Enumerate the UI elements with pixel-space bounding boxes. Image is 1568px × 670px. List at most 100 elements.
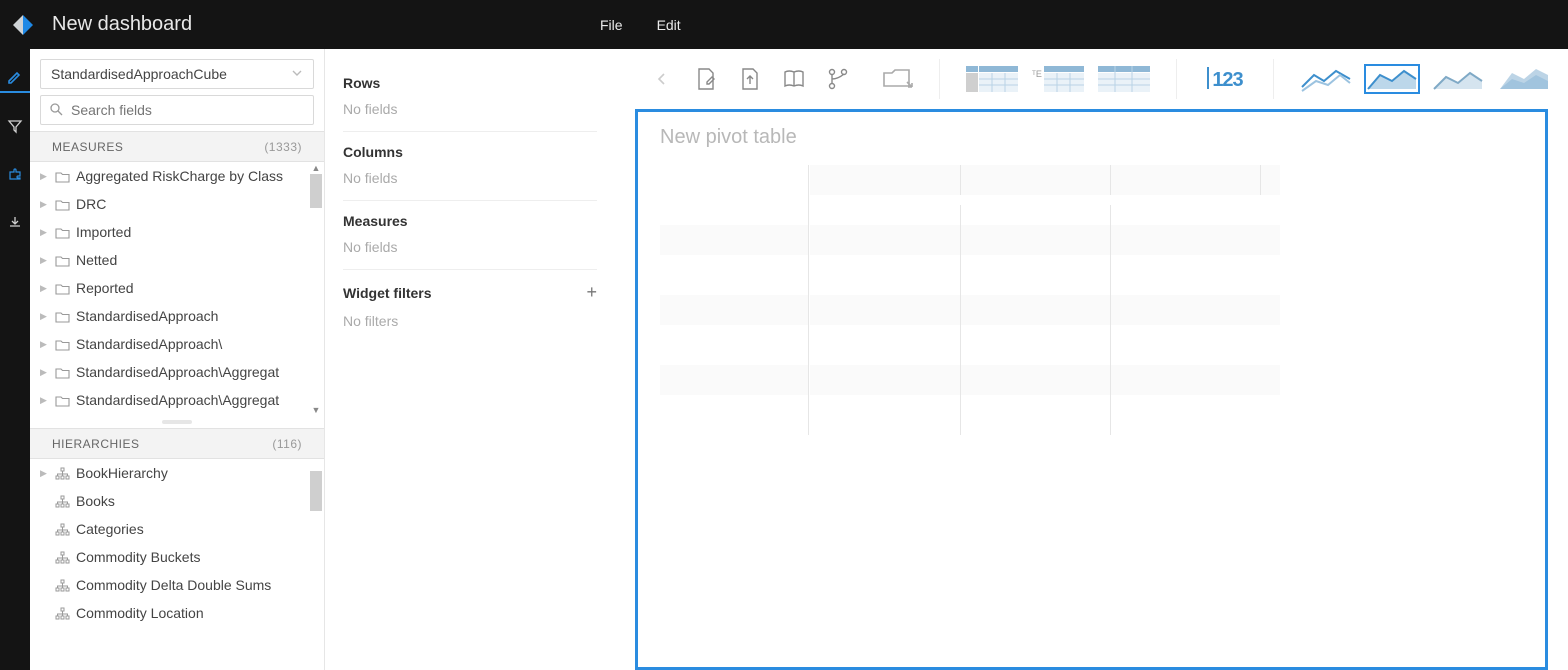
scroll-down-icon[interactable]: ▼ — [310, 404, 322, 416]
expand-icon[interactable]: ▶ — [40, 367, 48, 378]
measures-scrollbar[interactable]: ▲ ▼ — [310, 162, 322, 416]
expand-icon[interactable]: ▶ — [40, 171, 48, 182]
rail-extension-icon[interactable] — [0, 159, 30, 189]
expand-icon[interactable]: ▶ — [40, 255, 48, 266]
measures-label: MEASURES — [52, 140, 123, 154]
viz-area-chart-button[interactable] — [1430, 64, 1486, 94]
hierarchy-icon — [54, 551, 70, 564]
measure-tree-item[interactable]: ▶Aggregated RiskCharge by Class — [30, 162, 324, 190]
tree-item-label: StandardisedApproach\Aggregat — [76, 364, 279, 380]
cube-select[interactable]: StandardisedApproachCube — [40, 59, 314, 89]
hierarchy-tree-item[interactable]: Books — [30, 487, 324, 515]
folder-icon — [54, 282, 70, 295]
split-handle[interactable] — [30, 416, 324, 428]
measure-tree-item[interactable]: ▶ Netted — [30, 246, 324, 274]
cube-select-value: StandardisedApproachCube — [51, 66, 227, 82]
toolbar-export-icon[interactable] — [733, 62, 767, 96]
dropzone-rows[interactable]: Rows No fields — [343, 63, 597, 132]
measures-count: (1333) — [264, 140, 302, 154]
folder-icon — [54, 254, 70, 267]
rail-edit-icon[interactable] — [0, 63, 30, 93]
pivot-title: New pivot table — [638, 112, 1545, 155]
tree-item-label: Netted — [76, 252, 117, 268]
expand-icon[interactable]: ▶ — [40, 468, 48, 479]
scroll-up-icon[interactable]: ▲ — [310, 162, 322, 174]
top-bar: New dashboard File Edit — [0, 0, 1568, 49]
add-filter-button[interactable]: + — [586, 282, 597, 303]
measure-tree-item[interactable]: ▶ StandardisedApproach\Aggregat — [30, 358, 324, 386]
columns-empty: No fields — [343, 170, 597, 186]
expand-icon[interactable]: ▶ — [40, 311, 48, 322]
toolbar-back-icon — [645, 62, 679, 96]
expand-icon[interactable]: ▶ — [40, 395, 48, 406]
measure-tree-item[interactable]: ▶ StandardisedApproach\ — [30, 330, 324, 358]
tree-item-label: StandardisedApproach\ — [76, 336, 222, 352]
expand-icon[interactable]: ▶ — [40, 283, 48, 294]
tree-item-label: Categories — [76, 521, 144, 537]
rail-download-icon[interactable] — [0, 207, 30, 237]
filters-empty: No filters — [343, 313, 597, 329]
tree-item-label: Commodity Location — [76, 605, 204, 621]
scroll-thumb[interactable] — [310, 471, 322, 511]
viz-kpi-button[interactable]: 123 — [1201, 62, 1249, 96]
hierarchies-scrollbar[interactable] — [310, 459, 322, 649]
viz-area-stacked-button[interactable] — [1364, 64, 1420, 94]
tree-item-label: DRC — [76, 196, 106, 212]
expand-icon[interactable]: ▶ — [40, 199, 48, 210]
folder-icon — [54, 366, 70, 379]
hierarchy-icon — [54, 495, 70, 508]
svg-text:ᵀE: ᵀE — [1032, 69, 1042, 79]
viz-area-multi-button[interactable] — [1496, 64, 1552, 94]
hierarchy-tree-item[interactable]: Commodity Delta Double Sums — [30, 571, 324, 599]
folder-icon — [54, 170, 70, 183]
hierarchies-count: (116) — [272, 437, 302, 451]
dropzone-filters[interactable]: Widget filters + No filters — [343, 270, 597, 343]
canvas-area: ᵀE 123 — [615, 49, 1568, 670]
rail-filter-icon[interactable] — [0, 111, 30, 141]
expand-icon[interactable]: ▶ — [40, 339, 48, 350]
hierarchy-icon — [54, 467, 70, 480]
toolbar-branch-icon[interactable] — [821, 62, 855, 96]
tree-item-label: StandardisedApproach\Aggregat — [76, 392, 279, 408]
search-input[interactable] — [71, 102, 305, 118]
menu-file[interactable]: File — [600, 17, 623, 33]
tree-item-label: Imported — [76, 224, 131, 240]
viz-tree-table-button[interactable]: ᵀE — [1030, 64, 1086, 94]
pivot-widget[interactable]: New pivot table — [635, 109, 1548, 670]
measures-dz-label: Measures — [343, 213, 408, 229]
viz-table-button[interactable] — [1096, 64, 1152, 94]
dropzone-columns[interactable]: Columns No fields — [343, 132, 597, 201]
hierarchy-tree-item[interactable]: Commodity Location — [30, 599, 324, 627]
measures-tree: ▶Aggregated RiskCharge by Class▶DRC▶Impo… — [30, 162, 324, 416]
measure-tree-item[interactable]: ▶ Reported — [30, 274, 324, 302]
viz-line-chart-button[interactable] — [1298, 64, 1354, 94]
hierarchy-tree-item[interactable]: ▶BookHierarchy — [30, 459, 324, 487]
scroll-thumb[interactable] — [310, 174, 322, 208]
hierarchy-tree-item[interactable]: Categories — [30, 515, 324, 543]
dropzones-panel: Rows No fields Columns No fields Measure… — [325, 49, 615, 670]
columns-label: Columns — [343, 144, 403, 160]
expand-icon[interactable]: ▶ — [40, 227, 48, 238]
left-icon-rail — [0, 49, 30, 670]
hierarchy-icon — [54, 579, 70, 592]
tree-item-label: StandardisedApproach — [76, 308, 218, 324]
dropzone-measures[interactable]: Measures No fields — [343, 201, 597, 270]
search-fields[interactable] — [40, 95, 314, 125]
measure-tree-item[interactable]: ▶ DRC — [30, 190, 324, 218]
toolbar-folder-arrow-icon[interactable] — [881, 62, 915, 96]
measure-tree-item[interactable]: ▶ StandardisedApproach — [30, 302, 324, 330]
hierarchies-tree: ▶BookHierarchy Books Categories Commodity B… — [30, 459, 324, 649]
toolbar-edit-icon[interactable] — [689, 62, 723, 96]
chevron-down-icon — [291, 66, 303, 82]
measure-tree-item[interactable]: ▶ StandardisedApproach\Aggregat — [30, 386, 324, 414]
rows-label: Rows — [343, 75, 380, 91]
tree-item-label: Books — [76, 493, 115, 509]
hierarchy-tree-item[interactable]: Commodity Buckets — [30, 543, 324, 571]
measure-tree-item[interactable]: ▶ Imported — [30, 218, 324, 246]
viz-pivot-table-button[interactable] — [964, 64, 1020, 94]
menu-edit[interactable]: Edit — [657, 17, 681, 33]
toolbar-book-icon[interactable] — [777, 62, 811, 96]
hierarchy-icon — [54, 607, 70, 620]
tree-item-label: Reported — [76, 280, 134, 296]
filters-label: Widget filters — [343, 285, 432, 301]
